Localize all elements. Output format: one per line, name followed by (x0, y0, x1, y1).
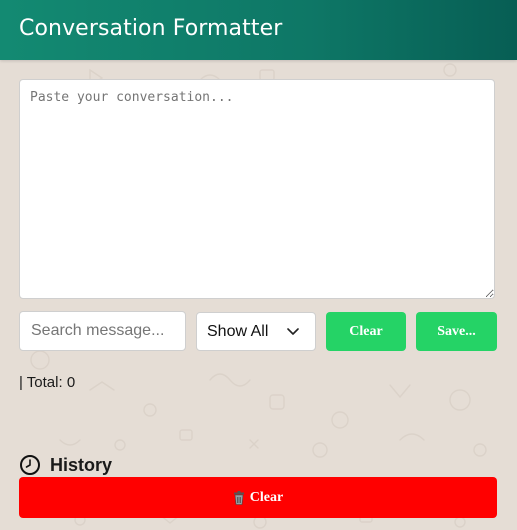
history-header: History (19, 453, 112, 477)
clear-button[interactable]: Clear (326, 312, 406, 351)
trash-icon (233, 490, 244, 505)
filter-selected-value: Show All (207, 323, 269, 340)
clear-history-button[interactable]: Clear (19, 477, 497, 518)
app-header: Conversation Formatter (0, 0, 517, 60)
search-input[interactable] (19, 311, 186, 351)
chevron-down-icon (287, 328, 299, 335)
save-button[interactable]: Save... (416, 312, 497, 351)
total-count: | Total: 0 (19, 374, 76, 391)
clock-icon (20, 455, 40, 475)
history-title: History (50, 454, 113, 475)
clear-history-label: Clear (249, 489, 284, 505)
app-title: Conversation Formatter (19, 16, 283, 41)
filter-dropdown[interactable]: Show All (196, 312, 316, 351)
conversation-input[interactable] (19, 79, 495, 299)
